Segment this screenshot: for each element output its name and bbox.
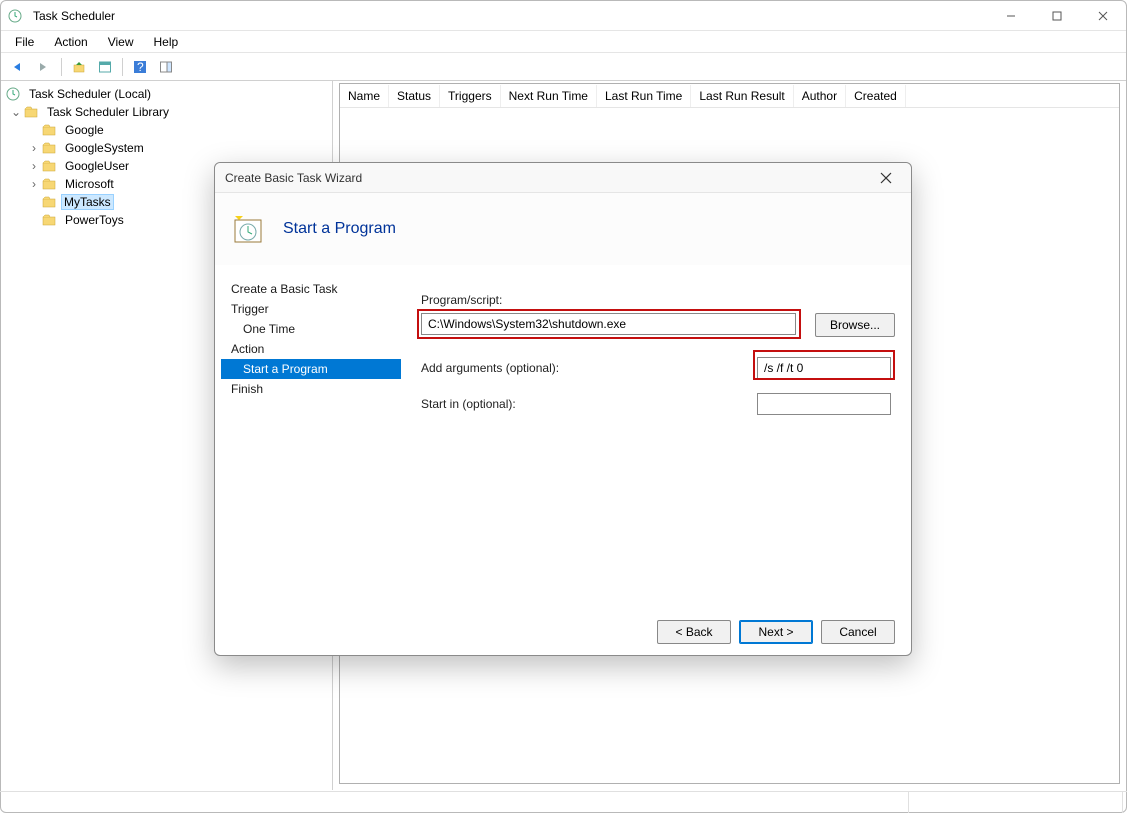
start-in-label: Start in (optional): (421, 397, 757, 411)
start-in-input[interactable] (757, 393, 891, 415)
tree-item-googlesystem[interactable]: GoogleSystem (61, 140, 148, 156)
browse-button[interactable]: Browse... (815, 313, 895, 337)
window-titlebar: Task Scheduler (1, 1, 1126, 31)
column-last-run-result[interactable]: Last Run Result (691, 85, 793, 107)
wizard-next-button[interactable]: Next > (739, 620, 813, 644)
menu-view[interactable]: View (98, 32, 144, 52)
tree-library[interactable]: Task Scheduler Library (43, 104, 173, 120)
wizard-icon (231, 212, 265, 246)
column-status[interactable]: Status (389, 85, 440, 107)
menu-action[interactable]: Action (44, 32, 97, 52)
wizard-step-create[interactable]: Create a Basic Task (221, 279, 405, 299)
tree-item-google[interactable]: Google (61, 122, 108, 138)
toolbar-help-button[interactable]: ? (129, 56, 151, 78)
toolbar-panel-button[interactable] (155, 56, 177, 78)
dialog-close-button[interactable] (871, 163, 901, 193)
folder-icon (41, 158, 57, 174)
wizard-nav: Create a Basic Task Trigger One Time Act… (215, 265, 405, 609)
tree-toggle-library[interactable]: ⌄ (9, 105, 23, 119)
column-name[interactable]: Name (340, 85, 389, 107)
tree-toggle[interactable]: › (27, 177, 41, 191)
program-script-label: Program/script: (421, 293, 895, 307)
window-maximize-button[interactable] (1034, 1, 1080, 31)
wizard-step-start-program[interactable]: Start a Program (221, 359, 401, 379)
tree-item-powertoys[interactable]: PowerToys (61, 212, 128, 228)
wizard-step-trigger[interactable]: Trigger (221, 299, 405, 319)
column-triggers[interactable]: Triggers (440, 85, 501, 107)
nav-forward-button[interactable] (33, 56, 55, 78)
toolbar-properties-button[interactable] (94, 56, 116, 78)
column-created[interactable]: Created (846, 85, 906, 107)
program-script-input[interactable] (421, 313, 796, 335)
wizard-step-trigger-onetime[interactable]: One Time (221, 319, 405, 339)
wizard-back-button[interactable]: < Back (657, 620, 731, 644)
wizard-header-title: Start a Program (283, 220, 396, 238)
tree-item-microsoft[interactable]: Microsoft (61, 176, 118, 192)
column-last-run-time[interactable]: Last Run Time (597, 85, 691, 107)
add-arguments-input[interactable] (757, 357, 891, 379)
column-next-run-time[interactable]: Next Run Time (501, 85, 597, 107)
folder-icon (41, 122, 57, 138)
toolbar-up-button[interactable] (68, 56, 90, 78)
wizard-step-finish[interactable]: Finish (221, 379, 405, 399)
task-list-header: NameStatusTriggersNext Run TimeLast Run … (340, 84, 1119, 108)
folder-icon (41, 212, 57, 228)
menu-file[interactable]: File (5, 32, 44, 52)
menu-help[interactable]: Help (144, 32, 189, 52)
wizard-step-action[interactable]: Action (221, 339, 405, 359)
folder-icon (41, 194, 57, 210)
statusbar (0, 791, 1127, 813)
svg-text:?: ? (137, 60, 144, 74)
window-title: Task Scheduler (33, 9, 115, 23)
toolbar: ? (1, 53, 1126, 81)
folder-icon (41, 176, 57, 192)
tree-toggle[interactable]: › (27, 159, 41, 173)
folder-icon (41, 140, 57, 156)
library-icon (23, 104, 39, 120)
nav-back-button[interactable] (7, 56, 29, 78)
column-author[interactable]: Author (794, 85, 846, 107)
dialog-title: Create Basic Task Wizard (225, 171, 362, 185)
tree-item-googleuser[interactable]: GoogleUser (61, 158, 133, 174)
clock-icon (5, 86, 21, 102)
tree-root[interactable]: Task Scheduler (Local) (25, 86, 155, 102)
window-close-button[interactable] (1080, 1, 1126, 31)
create-basic-task-wizard-dialog: Create Basic Task Wizard Start a Program… (214, 162, 912, 656)
wizard-cancel-button[interactable]: Cancel (821, 620, 895, 644)
tree-item-mytasks[interactable]: MyTasks (61, 194, 114, 210)
add-arguments-label: Add arguments (optional): (421, 361, 757, 375)
menubar: File Action View Help (1, 31, 1126, 53)
app-icon (7, 8, 23, 24)
tree-toggle[interactable]: › (27, 141, 41, 155)
window-minimize-button[interactable] (988, 1, 1034, 31)
